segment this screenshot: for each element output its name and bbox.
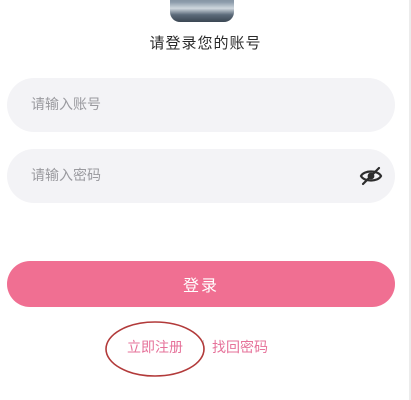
login-button[interactable]: 登录 — [7, 261, 395, 307]
login-screen: 请登录您的账号 登录 立即注册 找回密码 — [0, 0, 411, 400]
register-link[interactable]: 立即注册 — [127, 337, 183, 357]
forgot-password-link[interactable]: 找回密码 — [212, 337, 268, 357]
eye-icon[interactable] — [359, 165, 383, 187]
footer-links: 立即注册 找回密码 — [0, 337, 411, 361]
account-input[interactable] — [31, 78, 331, 132]
account-field[interactable] — [7, 78, 395, 132]
app-logo — [170, 0, 234, 22]
login-subtitle: 请登录您的账号 — [149, 34, 262, 52]
password-field[interactable] — [7, 149, 395, 203]
password-input[interactable] — [31, 149, 331, 203]
link-divider — [203, 340, 204, 354]
